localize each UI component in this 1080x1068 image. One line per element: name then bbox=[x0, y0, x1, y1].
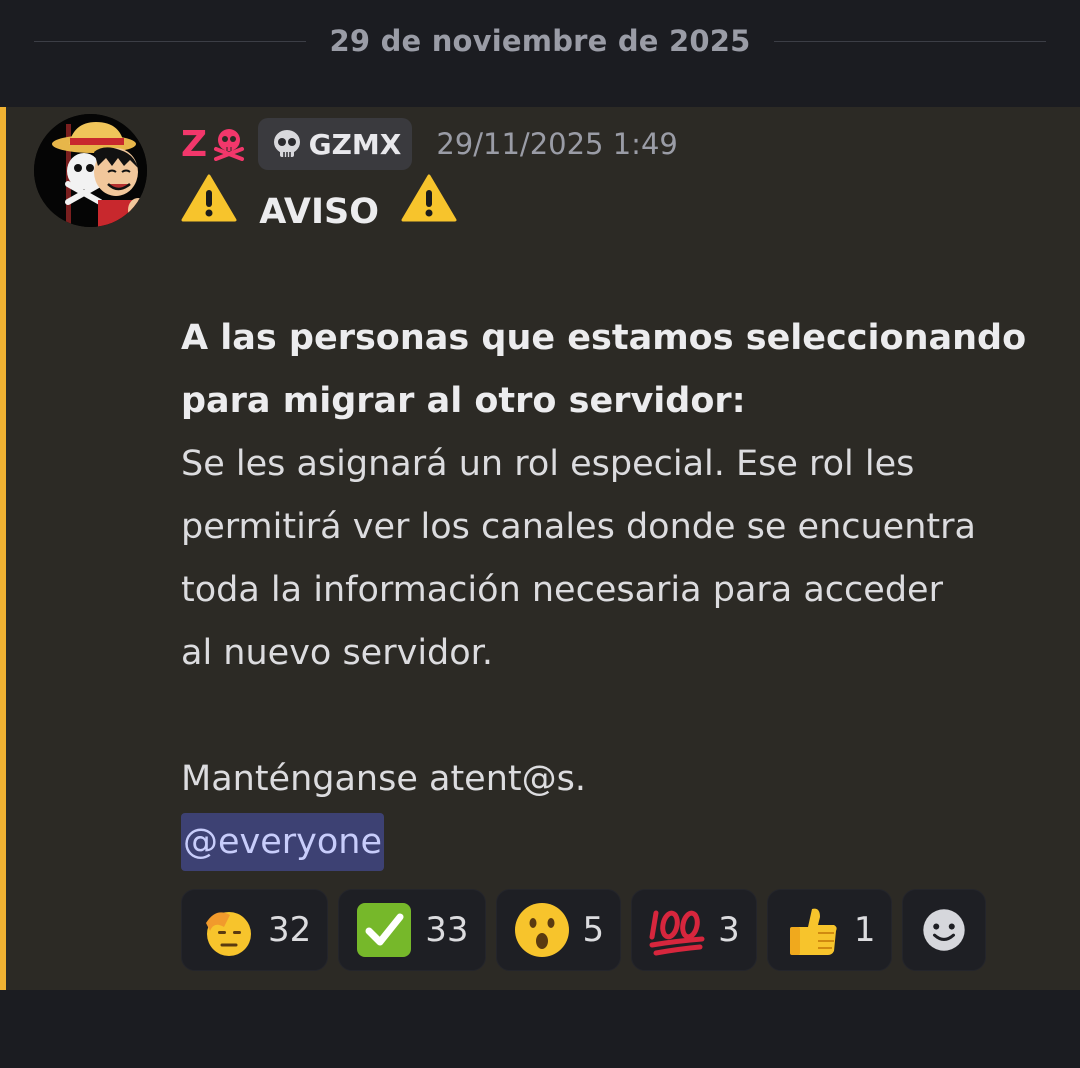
avatar[interactable] bbox=[34, 114, 147, 227]
message-content: AVISO A las personas que estamos selecci… bbox=[181, 173, 1061, 874]
saluting-face-icon bbox=[206, 912, 251, 956]
closing-line: Manténganse atent@s. bbox=[181, 759, 586, 799]
reaction-count: 1 bbox=[853, 910, 876, 950]
reaction-hundred-points[interactable]: 3 bbox=[631, 889, 757, 971]
face-with-open-mouth-icon bbox=[514, 903, 569, 957]
thumbs-up-icon bbox=[789, 908, 837, 955]
reaction-thumbs-up[interactable]: 1 bbox=[766, 889, 893, 971]
everyone-mention[interactable]: @everyone bbox=[181, 813, 385, 871]
content-line: Se les asignará un rol especial. Ese rol… bbox=[181, 444, 915, 484]
skull-icon bbox=[273, 130, 300, 157]
divider-line-right bbox=[774, 40, 1046, 42]
aviso-heading: AVISO bbox=[181, 173, 1061, 244]
add-reaction-smiley-icon bbox=[923, 909, 966, 951]
message-header: Z GZMX 29/11/2025 1:49 bbox=[181, 118, 678, 170]
reaction-open-mouth[interactable]: 5 bbox=[495, 889, 622, 971]
warning-icon bbox=[181, 174, 237, 222]
warning-icon bbox=[401, 174, 457, 222]
date-divider: 29 de noviembre de 2025 bbox=[0, 0, 1080, 82]
content-line: permitirá ver los canales donde se encue… bbox=[181, 507, 976, 547]
content-bold-line: para migrar al otro servidor: bbox=[181, 381, 746, 421]
reaction-saluting-face[interactable]: 32 bbox=[181, 889, 329, 971]
check-mark-button-icon bbox=[357, 903, 412, 957]
reaction-count: 3 bbox=[718, 910, 740, 950]
date-divider-text: 29 de noviembre de 2025 bbox=[329, 24, 751, 58]
message[interactable]: Z GZMX 29/11/2025 1:49 AVISO A las perso… bbox=[0, 107, 1080, 990]
reactions-bar: 32 33 5 3 1 bbox=[181, 889, 987, 971]
reaction-count: 5 bbox=[582, 910, 605, 950]
author-name[interactable]: Z bbox=[181, 124, 246, 165]
content-bold-line: A las personas que estamos seleccionando bbox=[181, 318, 1027, 358]
guild-tag-text: GZMX bbox=[308, 127, 402, 161]
mention-highlight-bar bbox=[0, 107, 6, 990]
reaction-count: 32 bbox=[268, 910, 312, 950]
message-timestamp[interactable]: 29/11/2025 1:49 bbox=[436, 127, 678, 161]
add-reaction-button[interactable] bbox=[902, 889, 987, 971]
divider-line-left bbox=[34, 40, 306, 42]
hundred-points-icon bbox=[649, 910, 705, 956]
content-line: toda la información necesaria para acced… bbox=[181, 570, 943, 610]
skull-crossbones-icon bbox=[213, 129, 244, 161]
content-line: al nuevo servidor. bbox=[181, 633, 493, 673]
reaction-count: 33 bbox=[425, 910, 469, 950]
guild-tag[interactable]: GZMX bbox=[257, 118, 413, 170]
reaction-check-mark[interactable]: 33 bbox=[338, 889, 486, 971]
